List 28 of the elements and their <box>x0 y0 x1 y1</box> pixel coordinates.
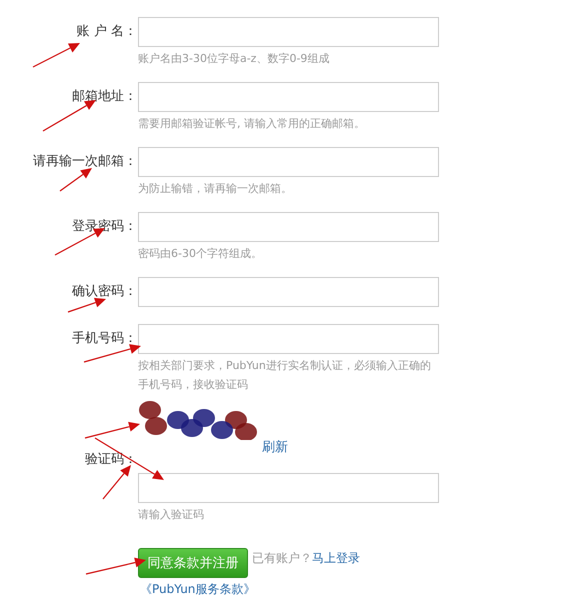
field-label: 确认密码： <box>72 284 137 300</box>
arrow <box>42 100 96 132</box>
arrow <box>86 558 146 575</box>
input-field[interactable] <box>138 473 439 503</box>
hint-text: 账户名由3-30位字母a-z、数字0-9组成 <box>138 51 330 67</box>
input-field[interactable] <box>138 147 439 177</box>
login-prompt: 已有账户？ <box>252 550 312 566</box>
input-field[interactable] <box>138 324 439 354</box>
arrow <box>68 298 106 313</box>
field-label: 邮箱地址： <box>72 89 137 105</box>
field-label: 手机号码： <box>72 331 137 347</box>
field-label: 请再输一次邮箱： <box>33 154 137 170</box>
input-field[interactable] <box>138 212 439 242</box>
field-label: 验证码： <box>85 451 137 469</box>
input-field[interactable] <box>138 82 439 112</box>
input-field[interactable] <box>138 277 439 307</box>
arrow <box>32 43 80 68</box>
hint-text: 请输入验证码 <box>138 507 205 523</box>
login-link[interactable]: 马上登录 <box>312 550 360 566</box>
hint-text: 需要用邮箱验证帐号, 请输入常用的正确邮箱。 <box>138 116 366 132</box>
input-field[interactable] <box>138 17 439 47</box>
hint-text: 为防止输错，请再输一次邮箱。 <box>138 181 293 197</box>
hint-text: 按相关部门要求，PubYun进行实名制认证，必须输入正确的手机号码，接收验证码 <box>138 358 432 393</box>
terms-link[interactable]: 《PubYun服务条款》 <box>140 582 256 596</box>
hint-text: 密码由6-30个字符组成。 <box>138 246 263 262</box>
arrow <box>60 168 92 192</box>
field-label: 账 户 名： <box>76 24 137 40</box>
refresh-link[interactable]: 刷新 <box>262 438 288 456</box>
